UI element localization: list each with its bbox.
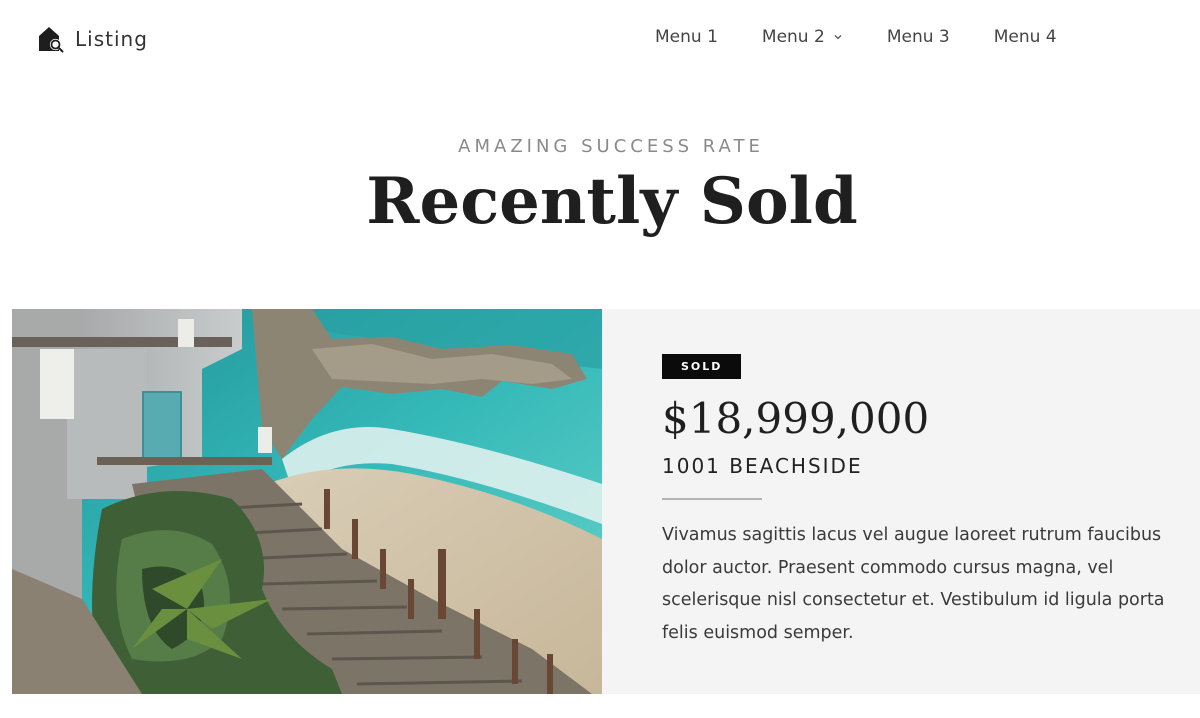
- section-title: Recently Sold: [366, 164, 858, 239]
- divider: [662, 498, 762, 500]
- nav-item-menu-1[interactable]: Menu 1: [655, 27, 718, 47]
- nav-item-menu-2[interactable]: Menu 2: [762, 27, 843, 47]
- nav-item-label: Menu 3: [886, 27, 950, 47]
- nav-item-menu-3[interactable]: Menu 3: [887, 27, 950, 47]
- listing-card: SOLD $18,999,000 1001 BEACHSIDE Vivamus …: [12, 309, 1200, 694]
- chevron-down-icon: [834, 35, 842, 40]
- main-nav: Menu 1 Menu 2 Menu 3 Menu 4: [655, 27, 1057, 47]
- listing-address[interactable]: 1001 BEACHSIDE: [662, 454, 1182, 478]
- nav-item-label: Menu 2: [761, 27, 825, 47]
- house-search-icon: [39, 27, 64, 53]
- beach-house-image: [12, 309, 602, 694]
- brand-logo-link[interactable]: Listing: [38, 25, 148, 53]
- nav-item-label: Menu 4: [993, 27, 1057, 47]
- section-eyebrow: AMAZING SUCCESS RATE: [458, 136, 764, 157]
- beach-house-photo[interactable]: [12, 309, 602, 694]
- listing-description: Vivamus sagittis lacus vel augue laoreet…: [662, 525, 1165, 643]
- listing-price: $18,999,000: [662, 394, 930, 443]
- nav-item-menu-4[interactable]: Menu 4: [994, 27, 1057, 47]
- nav-item-label: Menu 1: [655, 27, 718, 47]
- site-header: Listing Menu 1 Menu 2 Menu 3 Menu 4: [0, 0, 1200, 78]
- brand-label: Listing: [75, 27, 148, 51]
- status-badge: SOLD: [662, 354, 742, 379]
- listing-details: SOLD $18,999,000 1001 BEACHSIDE Vivamus …: [662, 354, 1182, 649]
